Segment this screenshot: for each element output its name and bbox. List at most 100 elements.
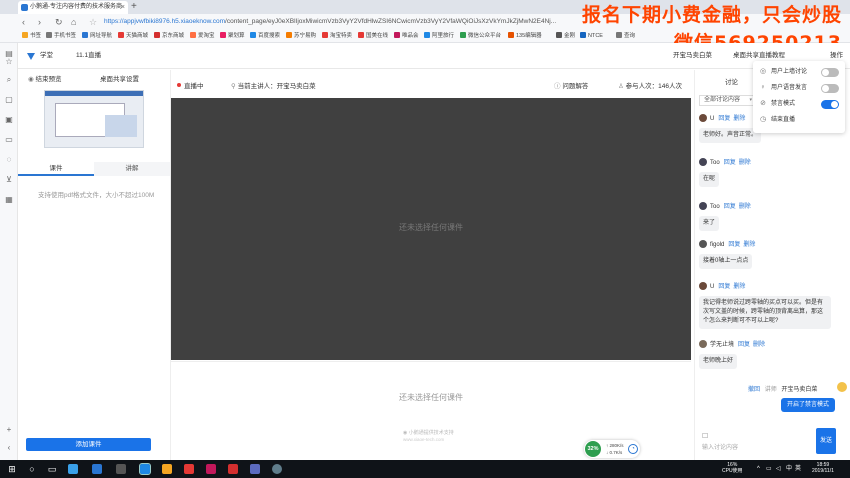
bookmark-item[interactable]: 查询 xyxy=(616,30,635,43)
sidebar-add-icon[interactable]: + xyxy=(4,425,14,435)
network-speed-widget[interactable]: 32% ↑ 280K/s ↓ 0.7K/s ◔ xyxy=(584,440,640,458)
url-field[interactable]: https://appjvwfbiki8976.h5.xiaoeknow.com… xyxy=(104,16,624,28)
end-preview-button[interactable]: ◉ 结束预览 xyxy=(28,75,61,85)
delete-button[interactable]: 删除 xyxy=(739,160,751,166)
desktop-share-settings-button[interactable]: 桌面共享设置 xyxy=(100,75,139,85)
home-icon[interactable]: ⌂ xyxy=(71,15,76,29)
reply-button[interactable]: 回复 xyxy=(718,284,730,290)
discussion-filter-select[interactable]: 全部讨论内容 ▾ xyxy=(699,95,755,106)
emoji-icon[interactable]: ☐ xyxy=(702,432,809,440)
bookmark-icon xyxy=(394,32,400,38)
bookmark-item[interactable]: 淘宝特卖 xyxy=(322,30,352,43)
bookmark-icon xyxy=(82,32,88,38)
bookmark-item[interactable]: 天猫商城 xyxy=(118,30,148,43)
bookmark-item[interactable]: 阿里旅行 xyxy=(424,30,454,43)
taskbar-app-icon-1[interactable] xyxy=(68,464,78,474)
menu-item-mute-mode[interactable]: ⊘ 禁言模式 xyxy=(753,97,845,111)
delete-button[interactable]: 删除 xyxy=(753,342,765,348)
taskbar-app-icon-4[interactable] xyxy=(184,464,194,474)
sidebar-calc-icon[interactable]: ▦ xyxy=(4,195,14,205)
forward-icon[interactable]: › xyxy=(38,15,41,29)
delete-button[interactable]: 删除 xyxy=(733,116,745,122)
bookmark-item[interactable]: NTCE xyxy=(580,30,603,43)
message-author: U xyxy=(710,284,715,290)
reply-button[interactable]: 回复 xyxy=(738,342,750,348)
bookmark-item[interactable]: 唯品会 xyxy=(394,30,419,43)
bookmark-item[interactable]: 手机书签 xyxy=(46,30,76,43)
taskbar-app-icon-8[interactable] xyxy=(272,464,282,474)
tray-chevron-icon[interactable]: ^ xyxy=(757,466,760,472)
reload-icon[interactable]: ↻ xyxy=(55,15,63,29)
recall-button[interactable]: 撤回 xyxy=(748,387,760,393)
network-settings-icon[interactable]: ◔ xyxy=(628,444,638,454)
reply-button[interactable]: 回复 xyxy=(718,116,730,122)
favicon-icon xyxy=(21,4,28,11)
reply-button[interactable]: 回复 xyxy=(724,204,736,210)
taskbar-app-icon-7[interactable] xyxy=(250,464,260,474)
tab-discussion[interactable]: 讨论 xyxy=(725,76,738,86)
delete-button[interactable]: 删除 xyxy=(739,204,751,210)
windows-start-icon[interactable]: ⊞ xyxy=(6,463,18,475)
bookmark-item[interactable]: 微信公众平台 xyxy=(460,30,501,43)
taskbar-browser-icon[interactable] xyxy=(139,463,151,475)
sidebar-note-icon[interactable]: ▢ xyxy=(4,95,14,105)
bookmark-item[interactable]: 苏宁易购 xyxy=(286,30,316,43)
reply-button[interactable]: 回复 xyxy=(728,242,740,248)
taskbar-app-icon-6[interactable] xyxy=(228,464,238,474)
sidebar-cart-icon[interactable]: ⊻ xyxy=(4,175,14,185)
close-tab-icon[interactable]: × xyxy=(121,1,125,14)
menu-item-user-voice-speak[interactable]: ♀ 用户语音发言 xyxy=(753,81,845,95)
stage-empty-text: 还未选择任何课件 xyxy=(399,223,463,232)
tab-courseware[interactable]: 课件 xyxy=(18,162,94,176)
live-header: 直播中 ⚲ 当前主讲人：开宝马卖白菜 ⓘ 问题解答 ♙ 参与人次：146人次 xyxy=(171,77,693,97)
menu-item-end-live[interactable]: ◷ 结束直播 xyxy=(753,113,845,127)
back-icon[interactable]: ‹ xyxy=(22,15,25,29)
top-share-link[interactable]: 开宝马卖白菜 xyxy=(673,50,712,62)
taskbar-app-icon-3[interactable] xyxy=(162,464,172,474)
bookmark-item[interactable]: 京东商城 xyxy=(154,30,184,43)
app-top-bar: 学堂 11.1直播 开宝马卖白菜 桌面共享直播教程 操作 xyxy=(18,43,850,69)
sidebar-doc-icon[interactable]: ▣ xyxy=(4,115,14,125)
tray-ime[interactable]: 英 xyxy=(795,466,801,472)
bookmark-item[interactable]: 135编辑器 xyxy=(508,30,542,43)
sidebar-game-icon[interactable]: ▭ xyxy=(4,135,14,145)
tray-lang[interactable]: 中 xyxy=(786,466,792,472)
delete-button[interactable]: 删除 xyxy=(733,284,745,290)
taskbar-app-icon-5[interactable] xyxy=(206,464,216,474)
bookmark-item[interactable]: 网址导航 xyxy=(82,30,112,43)
star-icon[interactable]: ☆ xyxy=(89,15,97,29)
user-wall-discussion-toggle[interactable] xyxy=(821,68,839,77)
message-bubble: 在呢 xyxy=(699,172,720,187)
bookmark-item[interactable]: 金刚 xyxy=(556,30,575,43)
taskbar-ie-icon[interactable] xyxy=(92,464,102,474)
user-voice-speak-toggle[interactable] xyxy=(821,84,839,93)
add-courseware-button[interactable]: 添加课件 xyxy=(26,438,151,451)
taskbar-taskview-icon[interactable]: ▭ xyxy=(46,463,58,475)
menu-item-user-wall-discussion[interactable]: ◎ 用户上墙讨论 xyxy=(753,65,845,79)
chat-message: figold 回复 删除 接着0轴上一点点 xyxy=(699,240,837,269)
mute-mode-toggle[interactable] xyxy=(821,100,839,109)
discussion-input[interactable]: ☐ 输入讨论内容 xyxy=(698,428,813,454)
browser-tab[interactable]: 小鹅通-专注内容付费的技术服务商 × xyxy=(18,1,128,14)
sidebar-chat-icon[interactable]: ◌ xyxy=(4,155,14,165)
sidebar-collapse-icon[interactable]: ‹ xyxy=(4,443,14,453)
bookmark-item[interactable]: 聚划算 xyxy=(220,30,245,43)
tray-network-icon[interactable]: ▭ xyxy=(766,466,772,472)
sidebar-star-icon[interactable]: ☆ xyxy=(4,57,14,67)
taskbar-app-icon-2[interactable] xyxy=(116,464,126,474)
new-tab-button[interactable]: + xyxy=(131,0,137,13)
bookmark-item[interactable]: 书签 xyxy=(22,30,41,43)
reply-button[interactable]: 回复 xyxy=(724,160,736,166)
tab-explain[interactable]: 讲解 xyxy=(94,162,170,176)
tray-volume-icon[interactable]: ◁ xyxy=(776,466,781,472)
delete-button[interactable]: 删除 xyxy=(743,242,755,248)
bookmark-item[interactable]: 爱淘宝 xyxy=(190,30,215,43)
watermark-line-1: 报名下期小费金融，只会炒股 xyxy=(581,4,842,26)
qa-button[interactable]: ⓘ 问题解答 xyxy=(554,82,588,92)
sidebar-search-icon[interactable]: ⌕ xyxy=(4,75,14,85)
bookmark-item[interactable]: 百度搜索 xyxy=(250,30,280,43)
tray-clock[interactable]: 18:59 2019/11/1 xyxy=(812,462,834,474)
bookmark-item[interactable]: 国美在线 xyxy=(358,30,388,43)
send-button[interactable]: 发送 xyxy=(816,428,836,454)
taskbar-search-icon[interactable]: ○ xyxy=(26,463,38,475)
